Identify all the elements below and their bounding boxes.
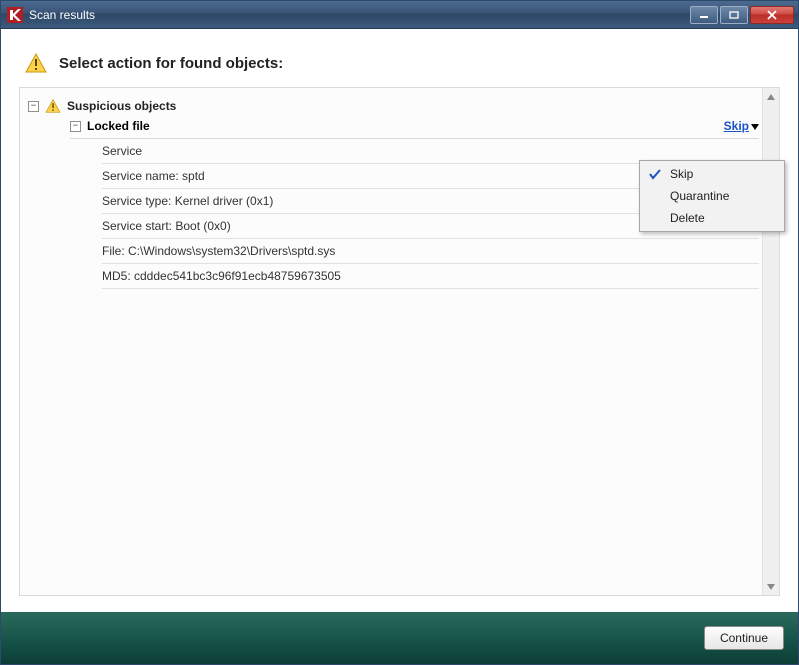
continue-button-label: Continue	[720, 631, 768, 645]
collapse-icon[interactable]: −	[28, 101, 39, 112]
detail-row: MD5: cdddec541bc3c96f91ecb48759673505	[102, 264, 759, 289]
collapse-icon[interactable]: −	[70, 121, 81, 132]
scan-results-window: Scan results Select action fo	[0, 0, 799, 665]
warning-icon	[45, 99, 61, 113]
header-row: Select action for found objects:	[25, 53, 774, 73]
group-suspicious-objects[interactable]: − Suspicious objects	[28, 96, 759, 116]
scroll-down-button[interactable]	[763, 578, 779, 595]
action-dropdown-menu: Skip Quarantine Delete	[639, 160, 785, 232]
scroll-up-button[interactable]	[763, 88, 779, 105]
dropdown-item-label: Quarantine	[670, 189, 729, 203]
chevron-down-icon	[751, 119, 759, 133]
maximize-button[interactable]	[720, 6, 748, 24]
window-controls	[690, 6, 794, 24]
minimize-button[interactable]	[690, 6, 718, 24]
body-area: Select action for found objects: − Suspi…	[1, 29, 798, 604]
detail-row: File: C:\Windows\system32\Drivers\sptd.s…	[102, 239, 759, 264]
continue-button[interactable]: Continue	[704, 626, 784, 650]
dropdown-item-label: Skip	[670, 167, 693, 181]
page-title: Select action for found objects:	[59, 55, 283, 72]
dropdown-item-skip[interactable]: Skip	[642, 163, 782, 185]
dropdown-item-delete[interactable]: Delete	[642, 207, 782, 229]
item-label: Locked file	[87, 119, 150, 133]
footer-bar: Continue	[1, 612, 798, 664]
checkmark-icon	[646, 168, 664, 180]
window-title: Scan results	[29, 8, 95, 22]
dropdown-item-quarantine[interactable]: Quarantine	[642, 185, 782, 207]
action-label: Skip	[724, 119, 749, 133]
dropdown-item-label: Delete	[670, 211, 705, 225]
close-button[interactable]	[750, 6, 794, 24]
item-locked-file[interactable]: − Locked file Skip	[70, 116, 759, 139]
action-dropdown-link[interactable]: Skip	[724, 119, 759, 133]
group-label: Suspicious objects	[67, 99, 176, 113]
warning-icon	[25, 53, 47, 73]
titlebar: Scan results	[1, 1, 798, 29]
kaspersky-logo-icon	[7, 7, 23, 23]
